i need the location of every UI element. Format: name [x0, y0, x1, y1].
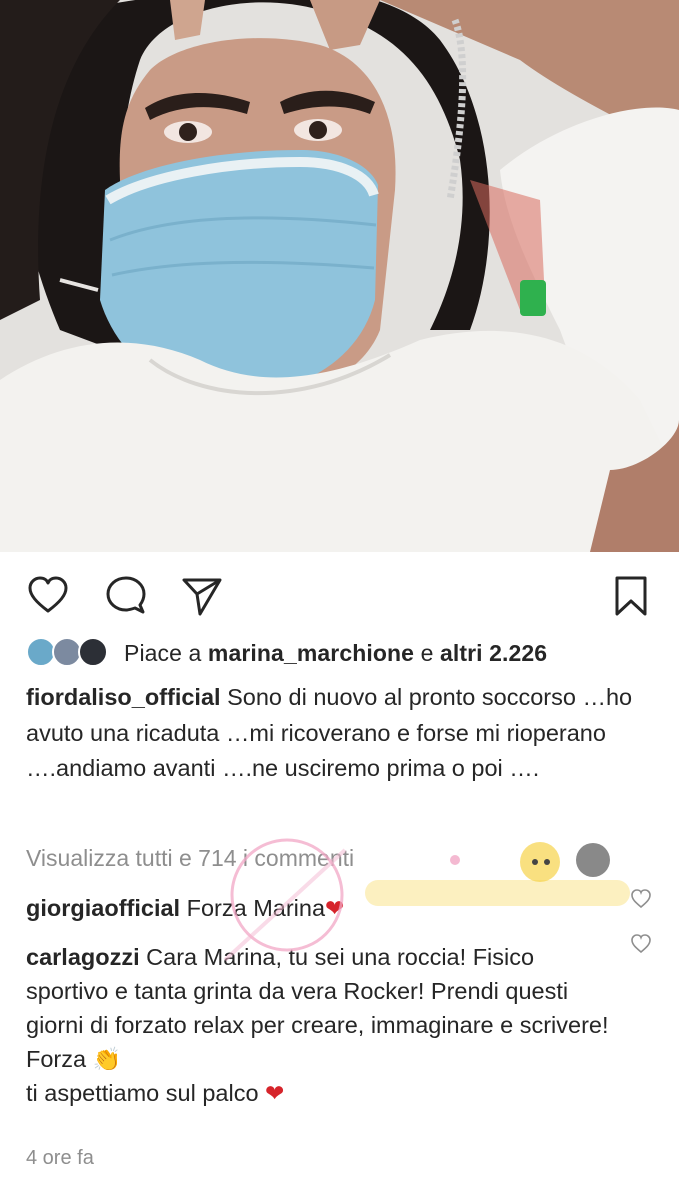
post-timestamp: 4 ore fa [26, 1147, 94, 1169]
likes-count[interactable]: altri 2.226 [440, 640, 547, 666]
view-all-comments-link[interactable]: Visualizza tutti e 714 i commenti [26, 845, 354, 872]
heart-emoji: ❤ [325, 895, 345, 921]
likes-summary: Piace a marina_marchione e altri 2.226 [124, 640, 547, 667]
clap-emoji: 👏 [92, 1046, 122, 1072]
caption-username[interactable]: fiordaliso_official [26, 684, 221, 710]
post-action-bar [0, 566, 679, 622]
comment-username[interactable]: giorgiaofficial [26, 895, 180, 921]
selfie-image [0, 0, 679, 552]
bookmark-icon[interactable] [609, 574, 653, 618]
liker-username[interactable]: marina_marchione [208, 640, 414, 666]
liker-avatars [26, 635, 112, 671]
comment-text-continued: ti aspettiamo sul palco [26, 1080, 259, 1106]
avatar [78, 637, 108, 667]
heart-emoji: ❤ [265, 1080, 285, 1106]
small-heart-icon[interactable] [630, 888, 652, 910]
paper-plane-icon[interactable] [180, 574, 224, 618]
comment-bubble-icon[interactable] [104, 574, 148, 618]
comment-text: Forza Marina [186, 895, 326, 921]
small-heart-icon[interactable] [630, 933, 652, 955]
post-caption: fiordaliso_official Sono di nuovo al pro… [26, 680, 656, 787]
comment-username[interactable]: carlagozzi [26, 944, 140, 970]
comment-item: giorgiaofficial Forza Marina❤ [26, 891, 621, 925]
comment-item: carlagozzi Cara Marina, tu sei una rocci… [26, 940, 621, 1110]
likes-row[interactable]: Piace a marina_marchione e altri 2.226 [26, 634, 547, 672]
likes-prefix: Piace a [124, 639, 202, 666]
heart-icon[interactable] [26, 574, 70, 618]
likes-middle: e [420, 639, 434, 666]
post-photo[interactable] [0, 0, 679, 552]
